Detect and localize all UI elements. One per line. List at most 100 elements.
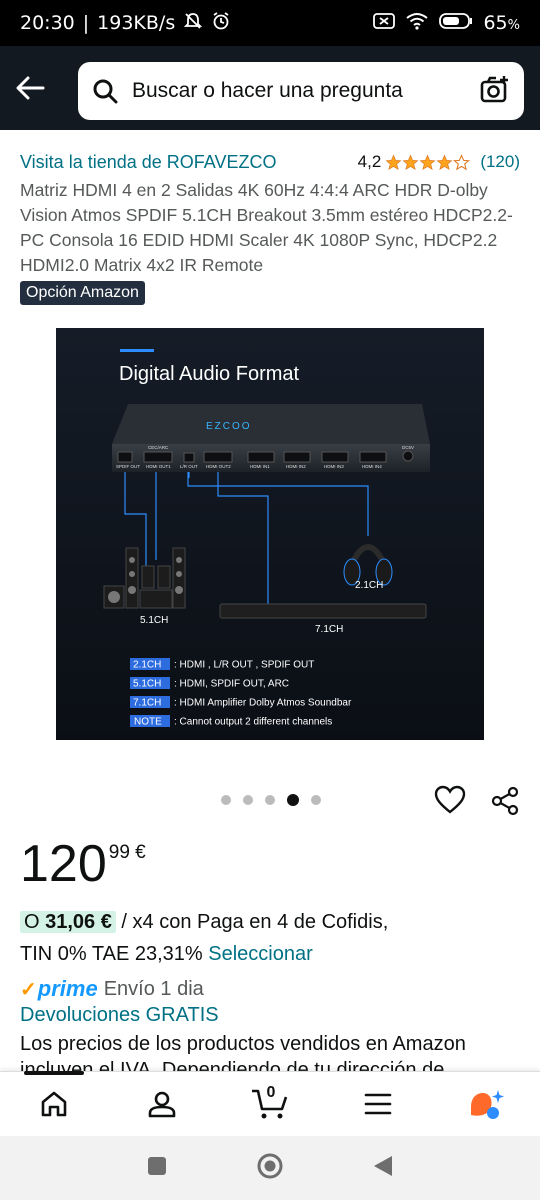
rufus-ai-icon bbox=[471, 1089, 504, 1119]
port-label: DC5V bbox=[402, 445, 414, 450]
triangle-back-icon bbox=[374, 1155, 392, 1176]
search-input[interactable]: Buscar o hacer una pregunta bbox=[78, 62, 524, 120]
add-to-list-button[interactable] bbox=[434, 784, 466, 821]
battery-icon bbox=[439, 12, 473, 35]
square-icon bbox=[148, 1156, 166, 1175]
legend-text: : Cannot output 2 different channels bbox=[174, 717, 332, 728]
device-brand: EZCOO bbox=[206, 421, 252, 432]
hamburger-menu-icon bbox=[364, 1093, 392, 1114]
store-link[interactable]: Visita la tienda de ROFAVEZCO bbox=[20, 152, 276, 173]
port-label: HDMI IN4 bbox=[362, 464, 382, 469]
review-count[interactable]: (120) bbox=[480, 152, 520, 172]
installment-highlight: O 31,06 € bbox=[20, 911, 116, 933]
carousel-dot[interactable] bbox=[311, 795, 321, 805]
status-bar: 20:30 | 193KB/s 65% bbox=[0, 0, 540, 46]
status-time: 20:30 bbox=[20, 12, 75, 34]
tax-notice-line: Los precios de los productos vendidos en… bbox=[20, 1033, 466, 1055]
legend-tag: 2.1CH bbox=[133, 660, 161, 671]
installment-prefix: O bbox=[24, 911, 46, 933]
port-label: HDMI IN2 bbox=[286, 464, 306, 469]
star-full-icon bbox=[385, 154, 402, 170]
star-full-icon bbox=[419, 154, 436, 170]
search-placeholder: Buscar o hacer una pregunta bbox=[132, 79, 403, 102]
installment-select-link[interactable]: Seleccionar bbox=[208, 943, 313, 965]
legend-tag: NOTE bbox=[134, 717, 162, 728]
amazon-choice-badge: Opción Amazon bbox=[20, 281, 145, 305]
home-icon bbox=[41, 1091, 67, 1116]
installment-offer: O 31,06 € / x4 con Paga en 4 de Cofidis,… bbox=[20, 906, 520, 970]
installment-terms: TIN 0% TAE 23,31% bbox=[20, 943, 209, 965]
carousel-dot[interactable] bbox=[243, 795, 253, 805]
image-carousel-indicator bbox=[221, 794, 321, 806]
carousel-dot-active[interactable] bbox=[287, 794, 299, 806]
legend-tag: 5.1CH bbox=[133, 679, 161, 690]
recents-button[interactable] bbox=[146, 1155, 168, 1182]
price-whole: 120 bbox=[20, 835, 107, 893]
nav-menu[interactable] bbox=[348, 1074, 408, 1134]
heart-icon bbox=[434, 785, 466, 814]
battery-percent: 65% bbox=[483, 12, 520, 34]
carousel-dot[interactable] bbox=[265, 795, 275, 805]
label-2-1ch: 2.1CH bbox=[355, 580, 383, 591]
legend-text: : HDMI Amplifier Dolby Atmos Soundbar bbox=[174, 698, 352, 709]
prime-check-icon: ✓ bbox=[20, 978, 37, 1001]
label-7-1ch: 7.1CH bbox=[315, 624, 343, 635]
price-fraction: 99 € bbox=[108, 842, 146, 863]
free-returns-link[interactable]: Devoluciones GRATIS bbox=[20, 1004, 219, 1027]
product-image-graphic: Digital Audio Format EZCOO SPDIF OUT HDM… bbox=[56, 328, 484, 740]
port-label: HDMI OUT2 bbox=[206, 464, 231, 469]
camera-search-button[interactable] bbox=[480, 75, 510, 108]
product-price: 120 99 € bbox=[20, 838, 146, 890]
nav-rufus-assistant[interactable] bbox=[456, 1074, 516, 1134]
back-arrow-icon bbox=[16, 76, 45, 100]
star-full-icon bbox=[402, 154, 419, 170]
system-navigation-bar bbox=[0, 1136, 540, 1200]
shipping-text: Envío 1 dia bbox=[103, 977, 204, 1000]
installment-amount: 31,06 € bbox=[45, 911, 112, 933]
status-network-speed: 193KB/s bbox=[97, 12, 176, 34]
product-rating[interactable]: 4,2 (120) bbox=[358, 152, 520, 172]
port-label-top: CEC/ARC bbox=[148, 445, 169, 450]
person-icon bbox=[148, 1091, 176, 1117]
circle-icon bbox=[257, 1153, 283, 1178]
wifi-icon bbox=[405, 12, 429, 35]
nav-account[interactable] bbox=[132, 1074, 192, 1134]
port-label: L/R OUT bbox=[180, 464, 198, 469]
camera-icon bbox=[480, 75, 508, 102]
back-system-button[interactable] bbox=[372, 1154, 394, 1183]
tax-notice-line: incluyen el IVA. Dependiendo de tu direc… bbox=[20, 1059, 445, 1071]
label-5-1ch: 5.1CH bbox=[140, 615, 168, 626]
tax-notice: Los precios de los productos vendidos en… bbox=[20, 1031, 530, 1071]
image-heading: Digital Audio Format bbox=[119, 363, 300, 385]
rating-stars bbox=[385, 153, 471, 171]
port-label: SPDIF OUT bbox=[116, 464, 140, 469]
installment-text: / x4 con Paga en 4 de Cofidis, bbox=[115, 911, 389, 933]
port-label: HDMI IN1 bbox=[250, 464, 270, 469]
mute-bell-icon bbox=[183, 11, 203, 36]
alarm-icon bbox=[211, 11, 231, 36]
product-image[interactable]: Digital Audio Format EZCOO SPDIF OUT HDM… bbox=[56, 328, 484, 740]
active-tab-indicator bbox=[24, 1071, 84, 1075]
port-label: HDMI IN3 bbox=[324, 464, 344, 469]
home-system-button[interactable] bbox=[256, 1152, 284, 1185]
product-title: Matriz HDMI 4 en 2 Salidas 4K 60Hz 4:4:4… bbox=[20, 180, 513, 275]
nav-cart[interactable]: 0 bbox=[240, 1074, 300, 1134]
search-icon bbox=[93, 79, 118, 104]
legend-tag: 7.1CH bbox=[133, 698, 161, 709]
share-button[interactable] bbox=[490, 786, 520, 821]
legend-text: : HDMI , L/R OUT , SPDIF OUT bbox=[174, 660, 314, 671]
prime-delivery: ✓ prime Envío 1 dia bbox=[20, 976, 204, 1002]
prime-logo: prime bbox=[37, 976, 98, 1001]
nav-home[interactable] bbox=[24, 1074, 84, 1134]
legend-text: : HDMI, SPDIF OUT, ARC bbox=[174, 679, 289, 690]
rating-value: 4,2 bbox=[357, 152, 382, 171]
star-full-icon bbox=[436, 154, 453, 170]
port-label: HDMI OUT1 bbox=[146, 464, 171, 469]
share-icon bbox=[491, 786, 519, 816]
search-header: Buscar o hacer una pregunta bbox=[0, 46, 540, 130]
carousel-dot[interactable] bbox=[221, 795, 231, 805]
back-button[interactable] bbox=[0, 46, 60, 130]
bottom-navigation: 0 bbox=[0, 1071, 540, 1135]
star-empty-icon bbox=[453, 153, 471, 170]
cart-count: 0 bbox=[266, 1083, 276, 1101]
